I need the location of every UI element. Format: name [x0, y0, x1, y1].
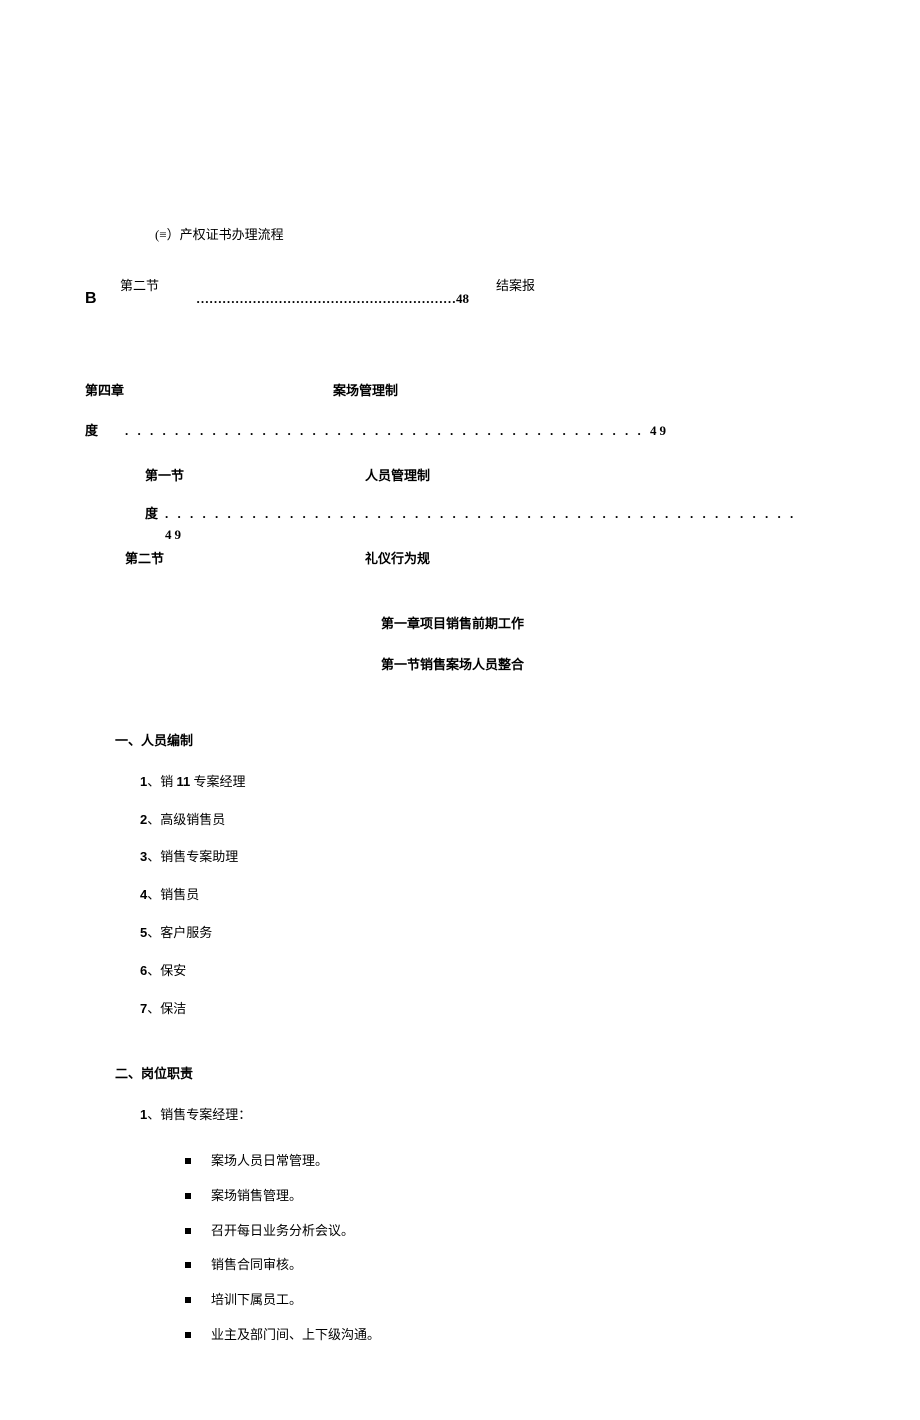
- list-item: 5、客户服务: [140, 923, 820, 944]
- item-text-pre: 、销: [147, 774, 176, 789]
- square-bullet-icon: [185, 1262, 191, 1268]
- item-text: 、销售员: [147, 887, 199, 902]
- bullet-item: 案场人员日常管理。: [185, 1151, 820, 1172]
- toc-ch4-section1-line2: 度 . . . . . . . . . . . . . . . . . . . …: [85, 504, 820, 524]
- toc-ch4-sec1-label: 第一节: [145, 466, 184, 487]
- toc-ch4-title: 案场管理制: [333, 381, 398, 402]
- list-item: 6、保安: [140, 961, 820, 982]
- square-bullet-icon: [185, 1228, 191, 1234]
- square-bullet-icon: [185, 1193, 191, 1199]
- toc-b-letter: B: [85, 286, 97, 312]
- toc-ch4-sec2-title: 礼仪行为规: [365, 549, 430, 570]
- bullet-text: 案场销售管理。: [211, 1188, 302, 1203]
- list-item: 1、销售专案经理：: [140, 1105, 820, 1126]
- list-item: 2、高级销售员: [140, 810, 820, 831]
- bullet-item: 案场销售管理。: [185, 1186, 820, 1207]
- toc-ch4-sec1-du: 度: [145, 504, 158, 525]
- toc-ch4-section2: 第二节 礼仪行为规: [85, 549, 820, 569]
- heading-staffing: 一、人员编制: [115, 731, 820, 752]
- bullet-text: 案场人员日常管理。: [211, 1153, 328, 1168]
- toc-entry-property-cert: (≡）产权证书办理流程: [155, 225, 820, 246]
- item-text: 、高级销售员: [147, 812, 225, 827]
- toc-ch4-dots: . . . . . . . . . . . . . . . . . . . . …: [125, 421, 669, 442]
- toc-chapter4: 第四章 案场管理制: [85, 381, 820, 411]
- staffing-list: 1、销 11 专案经理 2、高级销售员 3、销售专案助理 4、销售员 5、客户服…: [140, 772, 820, 1020]
- toc-b-dots: ……………………………………………………48: [196, 291, 469, 306]
- toc-ch4-section1: 第一节 人员管理制: [85, 466, 820, 486]
- toc-ch4-sec1-dots: . . . . . . . . . . . . . . . . . . . . …: [165, 504, 820, 546]
- bullet-item: 销售合同审核。: [185, 1255, 820, 1276]
- list-item: 7、保洁: [140, 999, 820, 1020]
- item-text: 、销售专案助理: [147, 849, 238, 864]
- square-bullet-icon: [185, 1297, 191, 1303]
- item-text: 、销售专案经理：: [147, 1107, 251, 1122]
- toc-section2-title: 结案报: [496, 276, 535, 297]
- toc-ch4-sec2-label: 第二节: [125, 549, 164, 570]
- toc-chapter4-line2: 度 . . . . . . . . . . . . . . . . . . . …: [85, 421, 820, 441]
- item-text: 、客户服务: [147, 925, 212, 940]
- square-bullet-icon: [185, 1332, 191, 1338]
- toc-ch4-label: 第四章: [85, 381, 124, 402]
- item-text: 、保安: [147, 963, 186, 978]
- item-text-post: 专案经理: [190, 774, 245, 789]
- bullet-text: 业主及部门间、上下级沟通。: [211, 1327, 380, 1342]
- section-heading: 第一节销售案场人员整合: [85, 655, 820, 676]
- item-text-bold: 11: [177, 774, 191, 789]
- list-item: 4、销售员: [140, 885, 820, 906]
- list-item: 1、销 11 专案经理: [140, 772, 820, 793]
- document-page: (≡）产权证书办理流程 第二节 结案报 B …………………………………………………: [0, 0, 920, 1420]
- heading-responsibilities: 二、岗位职责: [115, 1064, 820, 1085]
- toc-ch4-sec1-title: 人员管理制: [365, 466, 430, 487]
- bullet-item: 业主及部门间、上下级沟通。: [185, 1325, 820, 1346]
- toc-entry-b: B ……………………………………………………48: [85, 286, 820, 312]
- chapter-heading: 第一章项目销售前期工作: [85, 614, 820, 635]
- bullet-item: 召开每日业务分析会议。: [185, 1221, 820, 1242]
- toc-section2-label: 第二节: [120, 276, 159, 297]
- list-item: 3、销售专案助理: [140, 847, 820, 868]
- bullet-text: 销售合同审核。: [211, 1257, 302, 1272]
- toc-ch4-du: 度: [85, 421, 98, 442]
- bullet-text: 召开每日业务分析会议。: [211, 1223, 354, 1238]
- bullet-text: 培训下属员工。: [211, 1292, 302, 1307]
- square-bullet-icon: [185, 1158, 191, 1164]
- item-text: 、保洁: [147, 1001, 186, 1016]
- responsibilities-lead-list: 1、销售专案经理：: [140, 1105, 820, 1126]
- responsibilities-bullets: 案场人员日常管理。 案场销售管理。 召开每日业务分析会议。 销售合同审核。 培训…: [185, 1151, 820, 1346]
